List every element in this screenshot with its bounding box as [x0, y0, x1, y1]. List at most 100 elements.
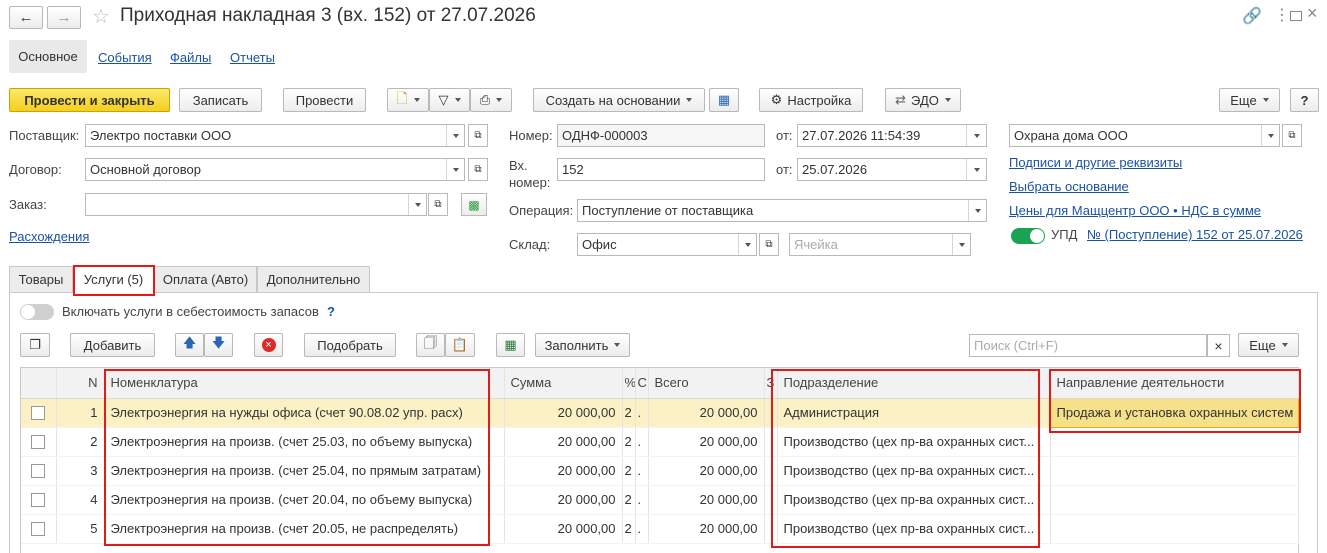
nav-tab-main[interactable]: Основное [9, 40, 87, 73]
supplier-dropdown[interactable] [446, 125, 464, 146]
row-c1[interactable]: 2 [622, 456, 636, 486]
row-sum[interactable]: 20 000,00 [504, 427, 623, 457]
services-more-button[interactable]: Еще [1238, 333, 1299, 357]
post-and-close-button[interactable]: Провести и закрыть [9, 88, 170, 112]
row-sum[interactable]: 20 000,00 [504, 514, 623, 544]
contract-open-button[interactable]: ⧉ [468, 158, 488, 181]
row-c3[interactable] [764, 456, 778, 486]
row-c3[interactable] [764, 485, 778, 515]
structure-button[interactable]: ▦ [709, 88, 739, 112]
copy-button[interactable]: 🗍 [416, 333, 445, 357]
row-total[interactable]: 20 000,00 [648, 485, 765, 515]
cell-field[interactable]: Ячейка [789, 233, 971, 256]
row-dept[interactable]: Производство (цех пр-ва охранных сист... [777, 427, 1051, 457]
cell-dropdown[interactable] [952, 234, 970, 255]
operation-dropdown[interactable] [968, 200, 986, 221]
col-sum[interactable]: Сумма [504, 368, 623, 399]
warehouse-field[interactable]: Офис [577, 233, 757, 256]
row-total[interactable]: 20 000,00 [648, 398, 765, 428]
row-dept[interactable]: Производство (цех пр-ва охранных сист... [777, 456, 1051, 486]
row-item[interactable]: Электроэнергия на произв. (счет 20.05, н… [104, 514, 505, 544]
col-item[interactable]: Номенклатура [104, 368, 505, 399]
upd-link[interactable]: № (Поступление) 152 от 25.07.2026 [1087, 227, 1303, 242]
row-direction[interactable]: Продажа и установка охранных систем [1049, 397, 1299, 428]
row-dept[interactable]: Производство (цех пр-ва охранных сист... [777, 514, 1051, 544]
move-down-button[interactable]: 🡇 [204, 333, 233, 357]
close-icon[interactable]: × [1307, 3, 1318, 24]
help-button[interactable]: ? [1290, 88, 1319, 112]
table-row[interactable]: 2 Электроэнергия на произв. (счет 25.03, … [21, 427, 1299, 457]
add-button[interactable]: Добавить [70, 333, 155, 357]
row-c3[interactable] [764, 398, 778, 428]
choose-basis-link[interactable]: Выбрать основание [1009, 179, 1129, 194]
row-checkbox[interactable] [21, 485, 57, 515]
row-c2[interactable]: . [635, 514, 649, 544]
row-c2[interactable]: . [635, 427, 649, 457]
copy-rows-button[interactable]: ❐ [20, 333, 50, 357]
link-icon[interactable]: 🔗 [1242, 6, 1262, 26]
search-clear-button[interactable]: × [1207, 334, 1230, 357]
table-row[interactable]: 5 Электроэнергия на произв. (счет 20.05, … [21, 514, 1299, 544]
order-dropdown[interactable] [408, 194, 426, 215]
organization-dropdown[interactable] [1261, 125, 1279, 146]
col-total[interactable]: Всего [648, 368, 765, 399]
in-calendar-button[interactable] [966, 159, 986, 180]
excel-button[interactable]: ▦ [496, 333, 525, 357]
settings-button[interactable]: ⚙ Настройка [759, 88, 863, 112]
col-n[interactable]: N [56, 368, 105, 399]
print-button[interactable]: ⎙ [470, 88, 512, 112]
prices-link[interactable]: Цены для Мащцентр ООО • НДС в сумме [1009, 203, 1261, 218]
row-check-box[interactable] [31, 406, 46, 421]
in-date-field[interactable]: 25.07.2026 [797, 158, 987, 181]
row-checkbox[interactable] [21, 456, 57, 486]
row-c3[interactable] [764, 514, 778, 544]
nav-tab-reports[interactable]: Отчеты [230, 50, 275, 65]
col-c2[interactable]: С [635, 368, 649, 399]
col-c3[interactable]: З [764, 368, 778, 399]
row-item[interactable]: Электроэнергия на произв. (счет 25.04, п… [104, 456, 505, 486]
row-dept[interactable]: Производство (цех пр-ва охранных сист... [777, 485, 1051, 515]
include-help-icon[interactable]: ? [327, 304, 335, 319]
row-c3[interactable] [764, 427, 778, 457]
edo-button[interactable]: ⇄ ЭДО [885, 88, 961, 112]
print-forms-button[interactable]: 🗋 [387, 88, 429, 112]
row-dept[interactable]: Администрация [777, 398, 1051, 428]
row-direction[interactable] [1050, 427, 1299, 457]
order-open-button[interactable]: ⧉ [428, 193, 448, 216]
search-input[interactable]: Поиск (Ctrl+F) [969, 334, 1207, 357]
row-n[interactable]: 1 [56, 398, 105, 428]
row-item[interactable]: Электроэнергия на нужды офиса (счет 90.0… [104, 398, 505, 428]
operation-field[interactable]: Поступление от поставщика [577, 199, 987, 222]
create-based-button[interactable]: Создать на основании [533, 88, 705, 112]
row-check-box[interactable] [31, 493, 46, 508]
include-services-toggle[interactable] [20, 304, 54, 320]
star-icon[interactable]: ☆ [92, 4, 110, 29]
row-c2[interactable]: . [635, 485, 649, 515]
discrepancies-link[interactable]: Расхождения [9, 229, 89, 244]
delete-button[interactable]: × [254, 333, 283, 357]
tab-payment[interactable]: Оплата (Авто) [154, 266, 257, 293]
row-n[interactable]: 3 [56, 456, 105, 486]
nav-tab-events[interactable]: События [98, 50, 152, 65]
supplier-open-button[interactable]: ⧉ [468, 124, 488, 147]
number-field[interactable]: ОДНФ-000003 [557, 124, 765, 147]
more-vertical-icon[interactable]: ⋮ [1274, 5, 1290, 25]
order-fill-button[interactable]: ▩ [461, 193, 487, 216]
warehouse-open-button[interactable]: ⧉ [759, 233, 779, 256]
organization-field[interactable]: Охрана дома ООО [1009, 124, 1280, 147]
row-checkbox[interactable] [21, 514, 57, 544]
row-c1[interactable]: 2 [622, 427, 636, 457]
date-field[interactable]: 27.07.2026 11:54:39 [797, 124, 987, 147]
fill-button[interactable]: Заполнить [535, 333, 630, 357]
filter-button[interactable]: ▽ [429, 88, 470, 112]
upd-toggle[interactable] [1011, 228, 1045, 244]
col-c1[interactable]: % [622, 368, 636, 399]
more-button[interactable]: Еще [1219, 88, 1280, 112]
col-dept[interactable]: Подразделение [777, 368, 1051, 399]
tab-services[interactable]: Услуги (5) [73, 266, 154, 293]
col-direction[interactable]: Направление деятельности [1050, 368, 1299, 399]
forward-button[interactable]: → [47, 6, 81, 29]
row-item[interactable]: Электроэнергия на произв. (счет 25.03, п… [104, 427, 505, 457]
contract-field[interactable]: Основной договор [85, 158, 465, 181]
row-direction[interactable] [1050, 485, 1299, 515]
